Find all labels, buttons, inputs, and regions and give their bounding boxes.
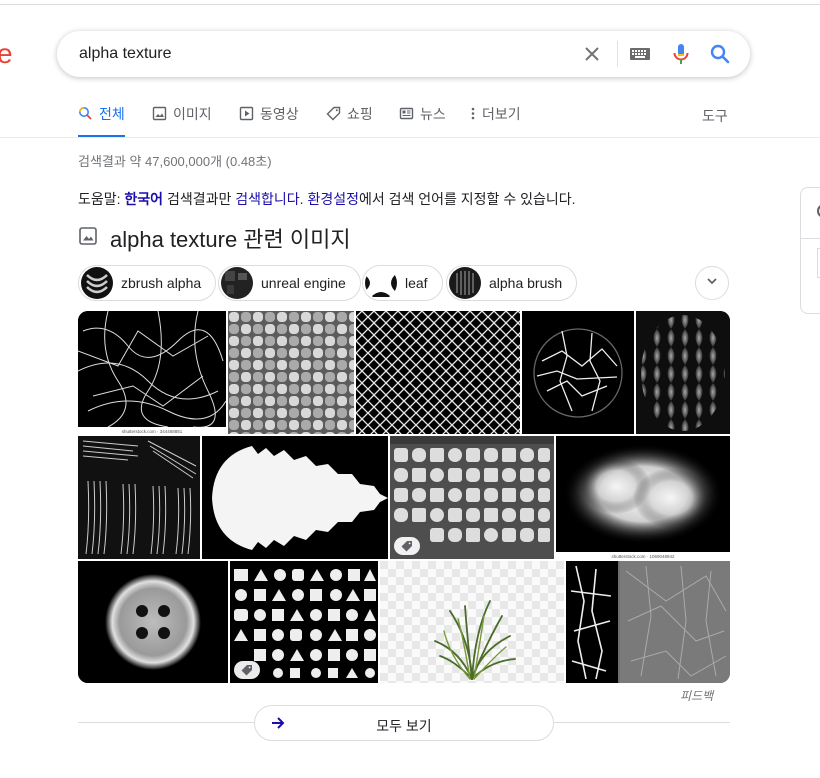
- image-icon: [78, 226, 98, 251]
- image-result[interactable]: [566, 561, 730, 683]
- view-all-button[interactable]: 모두 보기: [254, 705, 554, 741]
- help-suffix: 에서 검색 언어를 지정할 수 있습니다.: [358, 191, 576, 207]
- image-result[interactable]: [356, 311, 520, 434]
- view-all-label: 모두 보기: [376, 718, 432, 734]
- image-result[interactable]: shutterstock.com · 344468881: [78, 311, 226, 434]
- clear-icon[interactable]: [580, 42, 604, 66]
- search-box[interactable]: alpha texture: [57, 31, 750, 77]
- microphone-icon[interactable]: [669, 42, 693, 66]
- chip-thumbnail: [81, 267, 113, 299]
- image-caption: shutterstock.com · 1069048942: [611, 554, 675, 559]
- chevron-down-icon: [705, 274, 719, 293]
- related-chips: zbrush alpha unreal engine leaf alpha br…: [78, 265, 730, 301]
- tab-news[interactable]: 뉴스: [399, 104, 446, 138]
- image-icon: [152, 106, 167, 121]
- image-result[interactable]: shutterstock.com · 1069048942: [556, 436, 730, 559]
- top-divider: [0, 4, 820, 5]
- settings-link[interactable]: 환경설정: [307, 191, 359, 207]
- image-result[interactable]: [78, 436, 200, 559]
- search-input[interactable]: alpha texture: [79, 45, 172, 63]
- image-result[interactable]: [202, 436, 388, 559]
- chip-label: zbrush alpha: [121, 275, 202, 291]
- tools-button[interactable]: 도구: [702, 106, 728, 126]
- search-only-link[interactable]: 검색합니다: [235, 191, 299, 207]
- tab-label: 동영상: [260, 106, 299, 122]
- shopping-tag-icon: [234, 661, 260, 679]
- more-vert-icon: [470, 106, 476, 121]
- chip-label: unreal engine: [261, 275, 346, 291]
- image-result[interactable]: [390, 436, 554, 559]
- help-prefix: 도움말:: [78, 191, 125, 207]
- chip-thumbnail: [365, 267, 397, 299]
- image-result[interactable]: [636, 311, 730, 434]
- tag-icon: [326, 106, 341, 121]
- tab-label: 더보기: [482, 106, 521, 122]
- language-link[interactable]: 한국어: [124, 191, 163, 207]
- video-icon: [239, 106, 254, 121]
- tab-label: 이미지: [173, 106, 212, 122]
- result-stats: 검색결과 약 47,600,000개 (0.48초): [78, 154, 272, 169]
- images-section-title[interactable]: alpha texture 관련 이미지: [110, 222, 351, 254]
- image-grid: shutterstock.com · 344468881 shutterstoc…: [78, 311, 730, 683]
- tab-images[interactable]: 이미지: [152, 104, 212, 138]
- chip-alpha-brush[interactable]: alpha brush: [446, 265, 578, 301]
- tab-videos[interactable]: 동영상: [239, 104, 299, 138]
- chip-zbrush-alpha[interactable]: zbrush alpha: [78, 265, 217, 301]
- search-icon[interactable]: [708, 42, 732, 66]
- tabs-divider: [0, 137, 820, 138]
- news-icon: [399, 106, 414, 121]
- chip-leaf[interactable]: leaf: [362, 265, 443, 301]
- chip-thumbnail: [449, 267, 481, 299]
- tab-all[interactable]: 전체: [78, 104, 125, 138]
- chip-unreal-engine[interactable]: unreal engine: [218, 265, 361, 301]
- side-panel-card[interactable]: [800, 187, 820, 314]
- language-help: 도움말: 한국어 검색결과만 검색합니다. 환경설정에서 검색 언어를 지정할 …: [78, 189, 576, 209]
- tab-label: 뉴스: [420, 106, 446, 122]
- chip-thumbnail: [221, 267, 253, 299]
- chip-label: alpha brush: [489, 275, 563, 291]
- google-logo[interactable]: e: [0, 38, 13, 70]
- help-mid: 검색결과만: [163, 191, 236, 207]
- chip-label: leaf: [405, 275, 428, 291]
- image-result[interactable]: [230, 561, 378, 683]
- image-result[interactable]: [78, 561, 228, 683]
- search-tabs: 전체 이미지 동영상 쇼핑 뉴스 더보기: [78, 104, 730, 138]
- side-panel-divider: [801, 238, 820, 239]
- tab-more[interactable]: 더보기: [470, 104, 521, 138]
- tab-label: 쇼핑: [347, 106, 373, 122]
- tab-label: 전체: [99, 106, 125, 122]
- image-result[interactable]: [522, 311, 634, 434]
- search-divider: [617, 41, 618, 67]
- keyboard-icon[interactable]: [629, 45, 651, 63]
- image-caption: shutterstock.com · 344468881: [122, 429, 183, 434]
- image-result[interactable]: [380, 561, 564, 683]
- image-result[interactable]: [228, 311, 354, 434]
- feedback-link[interactable]: 피드백: [680, 687, 713, 704]
- shopping-tag-icon: [394, 537, 420, 555]
- images-section-header[interactable]: alpha texture 관련 이미지: [78, 222, 351, 254]
- chips-expand-button[interactable]: [695, 266, 729, 300]
- search-icon: [78, 106, 93, 121]
- tab-shopping[interactable]: 쇼핑: [326, 104, 373, 138]
